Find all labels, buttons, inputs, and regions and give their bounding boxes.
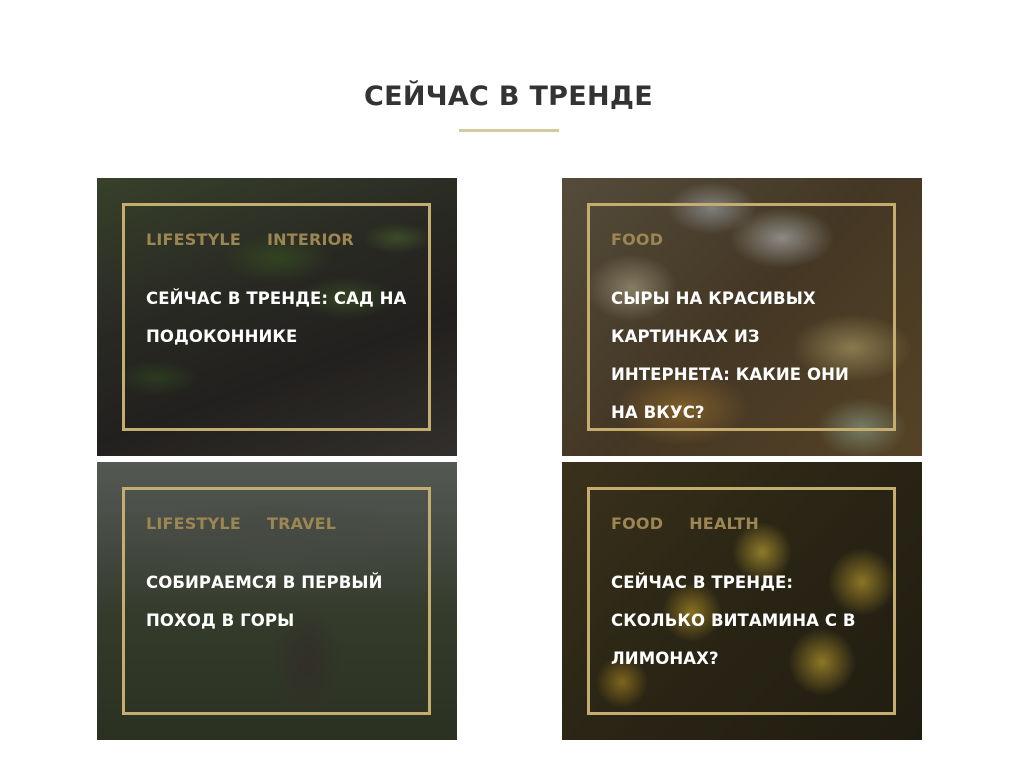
tag-link[interactable]: LIFESTYLE <box>146 514 241 533</box>
card-title[interactable]: СОБИРАЕМСЯ В ПЕРВЫЙ ПОХОД В ГОРЫ <box>146 564 411 640</box>
card-tags: LIFESTYLE TRAVEL <box>146 514 336 533</box>
card-garden[interactable]: LIFESTYLE INTERIOR СЕЙЧАС В ТРЕНДЕ: САД … <box>97 178 457 456</box>
card-tags: LIFESTYLE INTERIOR <box>146 230 354 249</box>
tag-link[interactable]: FOOD <box>611 230 663 249</box>
card-title[interactable]: СЕЙЧАС В ТРЕНДЕ: САД НА ПОДОКОННИКЕ <box>146 280 411 356</box>
card-tags: FOOD <box>611 230 663 249</box>
tag-link[interactable]: LIFESTYLE <box>146 230 241 249</box>
section-title: СЕЙЧАС В ТРЕНДЕ <box>363 81 653 112</box>
title-underline <box>459 129 559 132</box>
card-title[interactable]: СЫРЫ НА КРАСИВЫХ КАРТИНКАХ ИЗ ИНТЕРНЕТА:… <box>611 280 876 432</box>
tag-link[interactable]: FOOD <box>611 514 663 533</box>
card-cheese[interactable]: FOOD СЫРЫ НА КРАСИВЫХ КАРТИНКАХ ИЗ ИНТЕР… <box>562 178 922 456</box>
card-tags: FOOD HEALTH <box>611 514 759 533</box>
card-hike[interactable]: LIFESTYLE TRAVEL СОБИРАЕМСЯ В ПЕРВЫЙ ПОХ… <box>97 462 457 740</box>
card-title[interactable]: СЕЙЧАС В ТРЕНДЕ: СКОЛЬКО ВИТАМИНА С В ЛИ… <box>611 564 876 678</box>
tag-link[interactable]: HEALTH <box>689 514 759 533</box>
tag-link[interactable]: INTERIOR <box>267 230 354 249</box>
tag-link[interactable]: TRAVEL <box>267 514 336 533</box>
card-lemons[interactable]: FOOD HEALTH СЕЙЧАС В ТРЕНДЕ: СКОЛЬКО ВИТ… <box>562 462 922 740</box>
